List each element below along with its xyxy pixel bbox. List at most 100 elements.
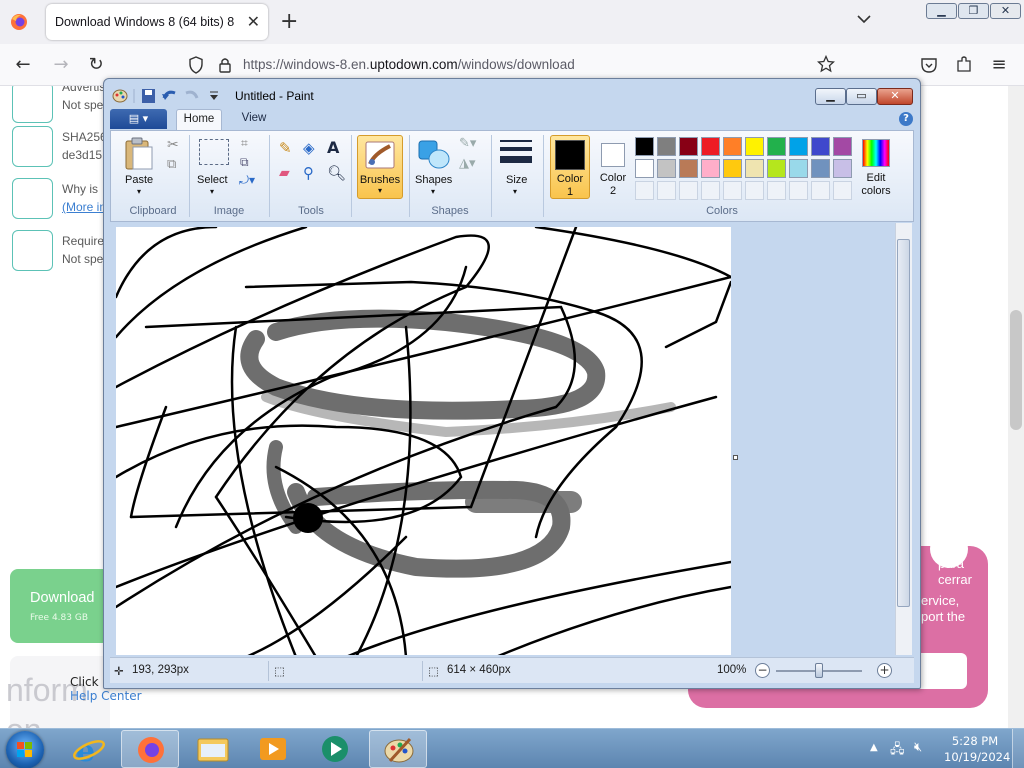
page-scrollbar-thumb[interactable] <box>1010 310 1022 430</box>
custom-color-slot[interactable] <box>657 181 676 200</box>
hamburger-menu-icon[interactable]: ≡ <box>988 54 1010 76</box>
custom-color-slot[interactable] <box>745 181 764 200</box>
custom-color-slot[interactable] <box>789 181 808 200</box>
paste-icon[interactable] <box>123 137 155 171</box>
select-dropdown-icon[interactable]: ▾ <box>210 187 214 196</box>
more-info-link[interactable]: (More in <box>62 198 106 216</box>
pocket-icon[interactable] <box>920 56 938 74</box>
taskbar-file-explorer[interactable] <box>184 730 242 768</box>
palette-swatch[interactable] <box>767 137 786 156</box>
bookmark-star-icon[interactable] <box>817 55 835 73</box>
download-button[interactable]: Download Free 4.83 GB <box>10 569 110 643</box>
shapes-dropdown-icon[interactable]: ▾ <box>431 187 435 196</box>
back-arrow-icon[interactable]: ← <box>12 54 34 76</box>
palette-swatch[interactable] <box>833 159 852 178</box>
palette-swatch[interactable] <box>679 137 698 156</box>
palette-swatch[interactable] <box>745 137 764 156</box>
resize-icon[interactable]: ⧉ <box>240 155 249 170</box>
fill-bucket-icon[interactable]: ◈ <box>303 139 315 157</box>
zoom-slider-thumb[interactable] <box>815 663 823 678</box>
show-hidden-icons-icon[interactable]: ▲ <box>870 742 878 753</box>
fill-icon[interactable]: ◮▾ <box>459 156 476 171</box>
color2-button[interactable]: Color 2 <box>593 135 633 199</box>
palette-swatch[interactable] <box>657 137 676 156</box>
custom-color-slot[interactable] <box>833 181 852 200</box>
shapes-icon[interactable] <box>417 137 453 171</box>
volume-muted-icon[interactable]: 🔇︎ <box>914 740 922 755</box>
extensions-puzzle-icon[interactable] <box>955 55 973 74</box>
color-picker-icon[interactable]: ⚲ <box>303 164 314 182</box>
custom-color-slot[interactable] <box>811 181 830 200</box>
browser-restore-button[interactable]: ❐ <box>958 3 989 19</box>
custom-color-slot[interactable] <box>679 181 698 200</box>
browser-minimize-button[interactable]: ▁ <box>926 3 957 19</box>
text-tool-icon[interactable]: A <box>327 138 339 157</box>
clock-date[interactable]: 10/19/2024 <box>944 750 1010 764</box>
taskbar-media-center[interactable] <box>306 730 364 768</box>
select-button[interactable]: Select <box>197 174 228 186</box>
taskbar-firefox[interactable] <box>121 730 179 768</box>
canvas-resize-handle[interactable] <box>733 455 738 460</box>
outline-icon[interactable]: ✎▾ <box>459 136 476 151</box>
paint-maximize-button[interactable]: ▭ <box>846 88 877 105</box>
help-center-link[interactable]: Help Center <box>70 689 142 703</box>
canvas-scrollbar-thumb[interactable] <box>897 239 910 607</box>
palette-swatch[interactable] <box>745 159 764 178</box>
tab-close-icon[interactable]: ✕ <box>247 12 260 31</box>
palette-swatch[interactable] <box>723 137 742 156</box>
start-button[interactable] <box>6 731 44 768</box>
url-text[interactable]: https://windows-8.en.uptodown.com/window… <box>243 57 575 72</box>
custom-color-slot[interactable] <box>767 181 786 200</box>
palette-swatch[interactable] <box>701 159 720 178</box>
palette-swatch[interactable] <box>635 137 654 156</box>
browser-tab[interactable]: Download Windows 8 (64 bits) 8.1 f ✕ <box>46 4 268 40</box>
zoom-out-button[interactable]: − <box>755 663 770 678</box>
palette-swatch[interactable] <box>789 159 808 178</box>
shapes-button[interactable]: Shapes <box>415 174 452 186</box>
cut-icon[interactable]: ✂ <box>167 137 179 153</box>
clock-time[interactable]: 5:28 PM <box>950 734 1000 749</box>
custom-color-slot[interactable] <box>723 181 742 200</box>
paste-button[interactable]: Paste <box>125 174 153 186</box>
rotate-icon[interactable]: ⤾▾ <box>239 173 255 188</box>
palette-swatch[interactable] <box>833 137 852 156</box>
save-icon[interactable] <box>142 89 155 103</box>
taskbar-paint[interactable] <box>369 730 427 768</box>
paint-app-icon[interactable] <box>112 89 128 103</box>
eraser-icon[interactable]: ▰ <box>279 165 290 181</box>
forward-arrow-icon[interactable]: → <box>50 54 72 76</box>
palette-swatch[interactable] <box>701 137 720 156</box>
brushes-button[interactable]: Brushes ▾ <box>357 135 403 199</box>
url-bar[interactable]: https://windows-8.en.uptodown.com/window… <box>180 50 850 80</box>
color1-button[interactable]: Color 1 <box>550 135 590 199</box>
palette-swatch[interactable] <box>789 137 808 156</box>
custom-color-slot[interactable] <box>701 181 720 200</box>
magnifier-icon[interactable]: 🔍︎ <box>327 164 346 182</box>
help-icon[interactable]: ? <box>899 112 913 126</box>
edit-colors-button[interactable]: Edit colors <box>856 135 896 199</box>
palette-swatch[interactable] <box>767 159 786 178</box>
tab-view[interactable]: View <box>231 109 277 130</box>
size-icon[interactable] <box>499 139 533 167</box>
tracking-shield-icon[interactable] <box>188 56 204 74</box>
select-icon[interactable] <box>199 139 229 165</box>
paint-menu-button[interactable]: ▤ ▾ <box>110 109 167 129</box>
zoom-in-button[interactable]: + <box>877 663 892 678</box>
taskbar-media-player[interactable] <box>244 730 302 768</box>
customize-toolbar-icon[interactable] <box>210 91 218 100</box>
copy-icon[interactable]: ⧉ <box>167 157 176 172</box>
tab-home[interactable]: Home <box>176 109 222 130</box>
crop-icon[interactable]: ⌗ <box>241 136 248 151</box>
paint-close-button[interactable]: ✕ <box>877 88 913 105</box>
redo-icon[interactable] <box>185 90 199 99</box>
paste-dropdown-icon[interactable]: ▾ <box>137 187 141 196</box>
pencil-icon[interactable]: ✎ <box>279 139 292 157</box>
list-tabs-chevron-icon[interactable] <box>855 12 873 26</box>
palette-swatch[interactable] <box>811 159 830 178</box>
palette-swatch[interactable] <box>811 137 830 156</box>
palette-swatch[interactable] <box>679 159 698 178</box>
lock-icon[interactable] <box>218 56 232 74</box>
browser-close-button[interactable]: ✕ <box>990 3 1021 19</box>
taskbar-internet-explorer[interactable]: e <box>60 730 118 768</box>
undo-icon[interactable] <box>162 90 176 100</box>
